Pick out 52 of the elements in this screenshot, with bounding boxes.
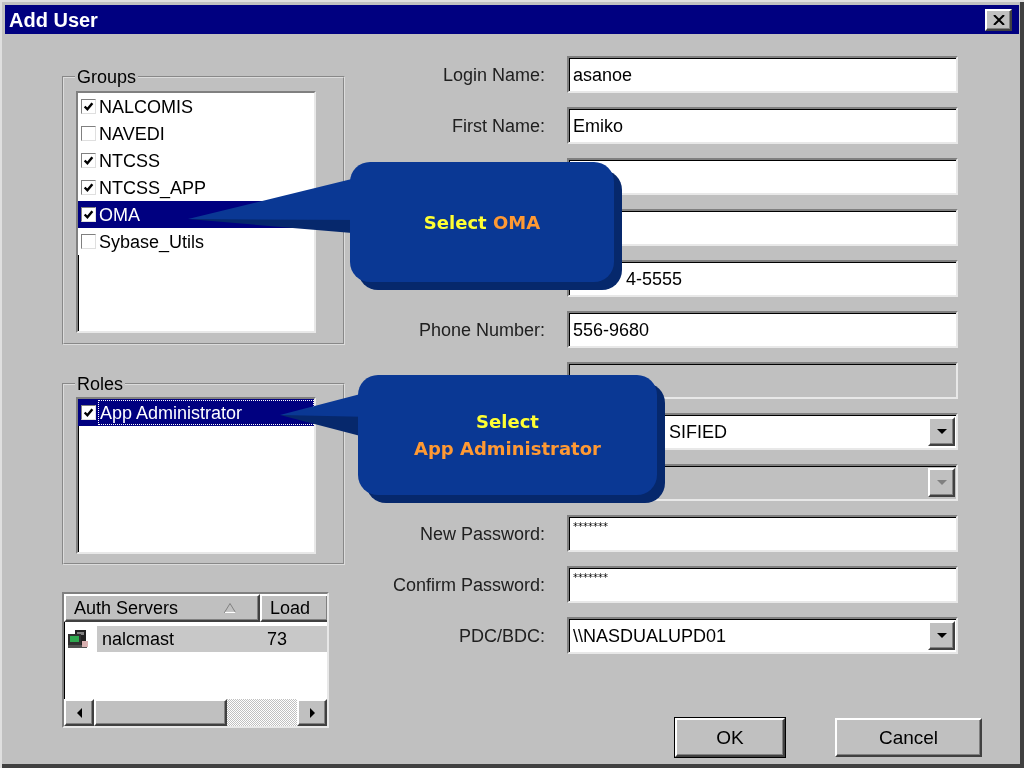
checkbox[interactable] (81, 153, 96, 168)
scroll-left-button[interactable] (64, 699, 94, 726)
sort-up-icon (224, 603, 236, 613)
text-field[interactable]: Emiko (567, 107, 958, 144)
column-header[interactable]: Load (260, 594, 327, 622)
horizontal-scrollbar[interactable] (64, 699, 327, 726)
password-field[interactable]: ******* (567, 566, 958, 603)
callout-tooltip: Select App Administrator (280, 375, 665, 503)
caret-down-icon (936, 479, 947, 486)
checkbox[interactable] (81, 180, 96, 195)
server-list-row[interactable]: nalcmast 73 (97, 626, 327, 652)
cancel-button[interactable]: Cancel (835, 718, 982, 757)
text-field[interactable]: 556-9680 (567, 311, 958, 348)
checkmark-icon (83, 155, 94, 166)
field-label: Login Name: (442, 65, 545, 84)
scrollbar-thumb[interactable] (94, 699, 227, 726)
checkbox[interactable] (81, 126, 96, 141)
field-label: Confirm Password: (392, 575, 545, 594)
checkmark-icon (83, 101, 94, 112)
left-arrow-icon (76, 707, 82, 718)
caret-down-icon (936, 428, 947, 435)
roles-legend: Roles (75, 373, 126, 395)
server-icon (67, 629, 89, 649)
caret-down-icon (936, 632, 947, 639)
column-header[interactable]: Auth Servers (64, 594, 260, 622)
dropdown-button[interactable] (928, 621, 955, 650)
text-field[interactable]: asanoe (567, 56, 958, 93)
close-button[interactable] (985, 8, 1012, 31)
role-list-item[interactable]: App Administrator (78, 399, 314, 426)
checkmark-icon (83, 209, 94, 220)
checkbox[interactable] (81, 99, 96, 114)
password-field[interactable]: ******* (567, 515, 958, 552)
dropdown-button[interactable] (928, 417, 955, 446)
groups-legend: Groups (75, 66, 139, 88)
ok-button[interactable]: OK (675, 718, 785, 757)
field-label: Phone Number: (418, 320, 545, 339)
field-label: PDC/BDC: (459, 626, 545, 645)
field-label: First Name: (452, 116, 545, 135)
checkbox[interactable] (81, 234, 96, 249)
checkbox[interactable] (81, 405, 96, 420)
group-list-item[interactable]: NALCOMIS (78, 93, 314, 120)
window-title: Add User (9, 9, 98, 30)
checkbox[interactable] (81, 207, 96, 222)
checkmark-icon (83, 407, 94, 418)
field-label: New Password: (419, 524, 545, 543)
load-cell-text: 73 (266, 630, 288, 648)
right-arrow-icon (309, 707, 315, 718)
dropdown-field[interactable]: \\NASDUALUPD01 (567, 617, 958, 654)
close-icon (992, 14, 1005, 25)
scroll-right-button[interactable] (297, 699, 327, 726)
checkmark-icon (83, 182, 94, 193)
server-name-cell-text: nalcmast (101, 630, 176, 648)
